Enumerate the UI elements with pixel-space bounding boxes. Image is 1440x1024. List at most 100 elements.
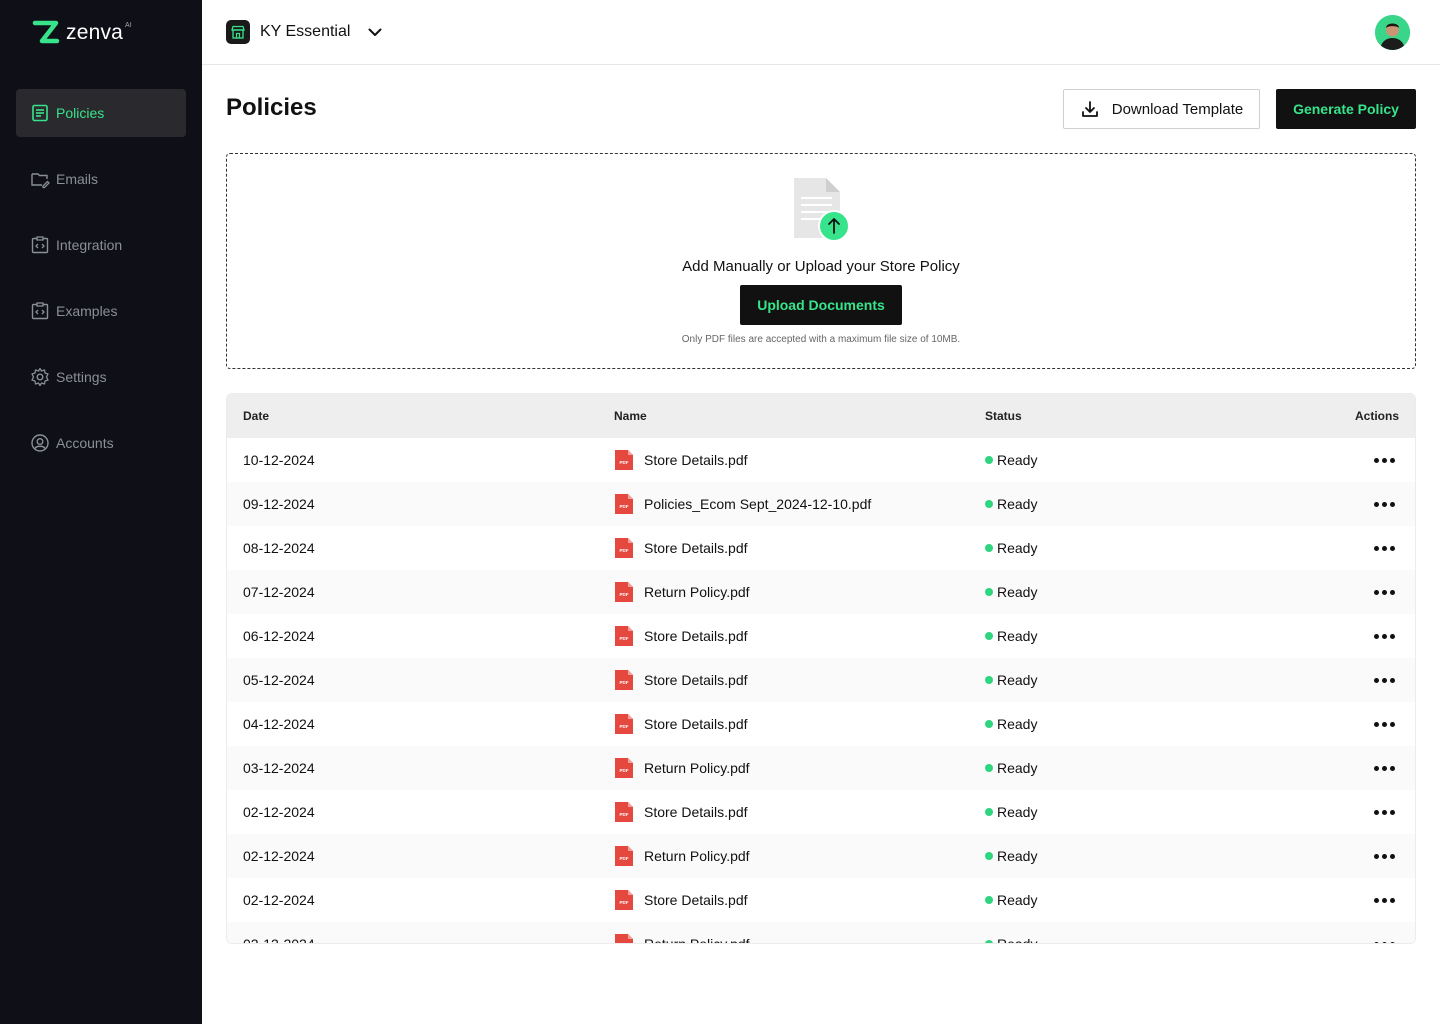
generate-policy-button[interactable]: Generate Policy	[1276, 89, 1416, 129]
download-template-button[interactable]: Download Template	[1063, 89, 1260, 129]
more-actions-icon[interactable]	[1370, 938, 1399, 943]
status-badge: Ready	[997, 804, 1038, 820]
row-date: 08-12-2024	[243, 540, 315, 556]
policies-table: Date Name Status Actions 10-12-2024 PDF St…	[226, 393, 1416, 944]
status-badge: Ready	[997, 716, 1038, 732]
upload-documents-button[interactable]: Upload Documents	[740, 285, 902, 325]
row-name-cell[interactable]: PDF Store Details.pdf	[598, 625, 969, 647]
more-actions-icon[interactable]	[1370, 894, 1399, 907]
more-actions-icon[interactable]	[1370, 850, 1399, 863]
brand-logo[interactable]: zenva AI	[32, 20, 132, 46]
row-actions-cell	[1269, 718, 1415, 731]
row-date: 03-12-2024	[243, 760, 315, 776]
more-actions-icon[interactable]	[1370, 762, 1399, 775]
pdf-badge-label: PDF	[620, 636, 629, 641]
column-header-name[interactable]: Name	[598, 409, 969, 423]
pdf-badge-label: PDF	[620, 548, 629, 553]
table-row[interactable]: 05-12-2024 PDF Store Details.pdf Ready	[227, 658, 1415, 702]
more-actions-icon[interactable]	[1370, 542, 1399, 555]
pdf-badge-label: PDF	[620, 768, 629, 773]
row-name-cell[interactable]: PDF Store Details.pdf	[598, 669, 969, 691]
table-row[interactable]: 03-12-2024 PDF Return Policy.pdf Ready	[227, 746, 1415, 790]
row-actions-cell	[1269, 454, 1415, 467]
status-dot-icon	[985, 544, 993, 552]
row-date: 02-12-2024	[243, 892, 315, 908]
row-name-cell[interactable]: PDF Store Details.pdf	[598, 801, 969, 823]
row-status: Ready	[969, 804, 1269, 820]
pdf-file-icon: PDF	[615, 802, 633, 822]
row-file-name: Store Details.pdf	[644, 452, 748, 468]
row-actions-cell	[1269, 498, 1415, 511]
chevron-down-icon	[368, 28, 382, 36]
code-clipboard-icon	[31, 302, 49, 320]
row-name-cell[interactable]: PDF Return Policy.pdf	[598, 845, 969, 867]
row-status: Ready	[969, 760, 1269, 776]
table-row[interactable]: 02-12-2024 PDF Return Policy.pdf Ready	[227, 922, 1415, 944]
top-bar: KY Essential	[202, 0, 1440, 65]
pdf-file-icon: PDF	[615, 670, 633, 690]
pdf-file-icon: PDF	[615, 626, 633, 646]
upload-dropzone[interactable]: Add Manually or Upload your Store Policy…	[226, 153, 1416, 369]
document-upload-icon	[794, 178, 850, 242]
pdf-badge-label: PDF	[620, 724, 629, 729]
sidebar-item-settings[interactable]: Settings	[16, 353, 186, 401]
row-date: 02-12-2024	[243, 936, 315, 944]
row-name-cell[interactable]: PDF Return Policy.pdf	[598, 933, 969, 943]
more-actions-icon[interactable]	[1370, 630, 1399, 643]
row-name-cell[interactable]: PDF Store Details.pdf	[598, 713, 969, 735]
row-status: Ready	[969, 716, 1269, 732]
row-name-cell[interactable]: PDF Policies_Ecom Sept_2024-12-10.pdf	[598, 493, 969, 515]
status-badge: Ready	[997, 584, 1038, 600]
row-name-cell[interactable]: PDF Store Details.pdf	[598, 889, 969, 911]
table-row[interactable]: 04-12-2024 PDF Store Details.pdf Ready	[227, 702, 1415, 746]
row-file-name: Return Policy.pdf	[644, 584, 750, 600]
table-row[interactable]: 08-12-2024 PDF Store Details.pdf Ready	[227, 526, 1415, 570]
pdf-badge-label: PDF	[620, 460, 629, 465]
brand-sup: AI	[125, 22, 132, 29]
sidebar-item-integration[interactable]: Integration	[16, 221, 186, 269]
row-name-cell[interactable]: PDF Store Details.pdf	[598, 449, 969, 471]
row-date: 06-12-2024	[243, 628, 315, 644]
sidebar-item-label: Accounts	[56, 435, 114, 451]
more-actions-icon[interactable]	[1370, 498, 1399, 511]
status-dot-icon	[985, 808, 993, 816]
store-selector[interactable]: KY Essential	[226, 20, 384, 44]
table-row[interactable]: 07-12-2024 PDF Return Policy.pdf Ready	[227, 570, 1415, 614]
sidebar-item-policies[interactable]: Policies	[16, 89, 186, 137]
more-actions-icon[interactable]	[1370, 586, 1399, 599]
row-file-name: Return Policy.pdf	[644, 848, 750, 864]
table-row[interactable]: 09-12-2024 PDF Policies_Ecom Sept_2024-12-…	[227, 482, 1415, 526]
more-actions-icon[interactable]	[1370, 718, 1399, 731]
row-name-cell[interactable]: PDF Store Details.pdf	[598, 537, 969, 559]
more-actions-icon[interactable]	[1370, 674, 1399, 687]
row-name-cell[interactable]: PDF Return Policy.pdf	[598, 757, 969, 779]
row-actions-cell	[1269, 586, 1415, 599]
more-actions-icon[interactable]	[1370, 806, 1399, 819]
row-status: Ready	[969, 628, 1269, 644]
status-badge: Ready	[997, 496, 1038, 512]
sidebar-item-accounts[interactable]: Accounts	[16, 419, 186, 467]
avatar[interactable]	[1375, 15, 1410, 50]
pdf-file-icon: PDF	[615, 538, 633, 558]
table-row[interactable]: 10-12-2024 PDF Store Details.pdf Ready	[227, 438, 1415, 482]
document-icon	[32, 104, 48, 122]
sidebar-item-label: Policies	[56, 105, 105, 121]
status-badge: Ready	[997, 452, 1038, 468]
column-header-status[interactable]: Status	[969, 409, 1269, 423]
download-template-label: Download Template	[1111, 100, 1244, 118]
table-row[interactable]: 02-12-2024 PDF Return Policy.pdf Ready	[227, 834, 1415, 878]
row-actions-cell	[1269, 894, 1415, 907]
more-actions-icon[interactable]	[1370, 454, 1399, 467]
status-dot-icon	[985, 676, 993, 684]
table-row[interactable]: 02-12-2024 PDF Store Details.pdf Ready	[227, 878, 1415, 922]
status-dot-icon	[985, 456, 993, 464]
pdf-file-icon: PDF	[615, 714, 633, 734]
table-row[interactable]: 06-12-2024 PDF Store Details.pdf Ready	[227, 614, 1415, 658]
column-header-date[interactable]: Date	[243, 409, 614, 423]
sidebar-nav: Policies Emails Integration Examples Set…	[16, 89, 186, 485]
row-name-cell[interactable]: PDF Return Policy.pdf	[598, 581, 969, 603]
sidebar-item-examples[interactable]: Examples	[16, 287, 186, 335]
sidebar-item-emails[interactable]: Emails	[16, 155, 186, 203]
pdf-file-icon: PDF	[615, 846, 633, 866]
table-row[interactable]: 02-12-2024 PDF Store Details.pdf Ready	[227, 790, 1415, 834]
